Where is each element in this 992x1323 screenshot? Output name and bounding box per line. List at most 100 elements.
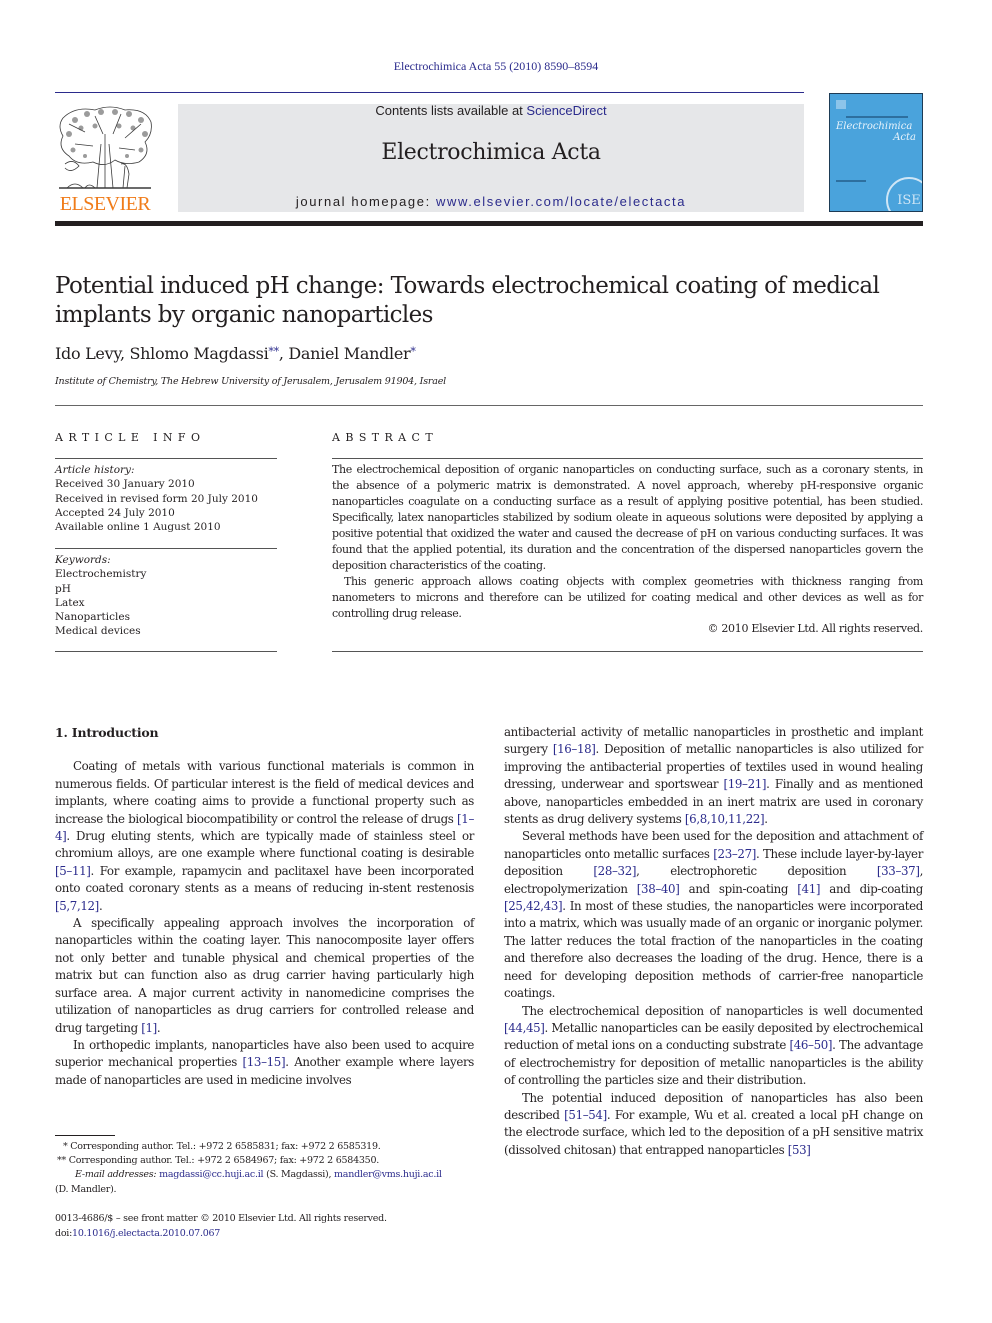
body-text: A specifically appealing approach involv… bbox=[55, 916, 474, 1035]
email-link-mandler[interactable]: mandler@vms.huji.ac.il bbox=[334, 1169, 442, 1180]
journal-homepage-link[interactable]: www.elsevier.com/locate/electacta bbox=[436, 194, 686, 209]
email-owner: (S. Magdassi), bbox=[263, 1169, 335, 1181]
abstract-bottom-rule bbox=[332, 651, 923, 652]
abstract-copyright: © 2010 Elsevier Ltd. All rights reserved… bbox=[707, 622, 923, 635]
keywords-label: Keywords: bbox=[55, 554, 111, 566]
corresponding-author-mark[interactable]: * bbox=[410, 345, 416, 358]
citation-link[interactable]: [6,8,10,11,22] bbox=[685, 812, 765, 826]
issn-line: 0013-4686/$ – see front matter © 2010 El… bbox=[55, 1213, 387, 1224]
abstract-body: The electrochemical deposition of organi… bbox=[332, 462, 923, 622]
citation-link[interactable]: [19–21] bbox=[723, 777, 766, 791]
cover-title-2: Acta bbox=[893, 132, 916, 143]
citation-link[interactable]: [25,42,43] bbox=[504, 899, 563, 913]
body-text: and spin-coating bbox=[679, 881, 798, 896]
article-history: Article history: Received 30 January 201… bbox=[55, 463, 277, 534]
history-online: Available online 1 August 2010 bbox=[55, 521, 221, 534]
body-paragraph: In orthopedic implants, nanoparticles ha… bbox=[55, 1037, 474, 1089]
email-link-magdassi[interactable]: magdassi@cc.huji.ac.il bbox=[159, 1169, 264, 1180]
journal-homepage-line: journal homepage: www.elsevier.com/locat… bbox=[178, 194, 804, 209]
abstract-rule bbox=[332, 458, 923, 459]
body-paragraph: The electrochemical deposition of nanopa… bbox=[504, 1003, 923, 1090]
body-text: The electrochemical deposition of nanopa… bbox=[522, 1003, 923, 1018]
abstract-paragraph: The electrochemical deposition of organi… bbox=[332, 463, 923, 572]
author-separator: , bbox=[119, 344, 130, 363]
citation-link[interactable]: [51–54] bbox=[564, 1108, 607, 1122]
article-history-label: Article history: bbox=[55, 464, 135, 476]
doi-line: doi:10.1016/j.electacta.2010.07.067 bbox=[55, 1227, 387, 1242]
doi-prefix: doi: bbox=[55, 1227, 73, 1239]
body-text: . In most of these studies, the nanopart… bbox=[504, 899, 923, 1001]
citation-link[interactable]: [28–32] bbox=[593, 864, 636, 878]
abstract-heading: ABSTRACT bbox=[332, 431, 439, 444]
section-heading: 1. Introduction bbox=[55, 725, 159, 740]
body-text: , electrophoretic deposition bbox=[636, 864, 877, 879]
body-column-left: 1. Introduction Coating of metals with v… bbox=[55, 724, 474, 1089]
footnote-corresponding-2: ** Corresponding author. Tel.: +972 2 65… bbox=[57, 1155, 380, 1167]
cover-title: Electrochimica bbox=[836, 121, 913, 132]
sciencedirect-link[interactable]: ScienceDirect bbox=[526, 103, 606, 118]
masthead-thick-rule bbox=[55, 221, 923, 226]
footnote-emails: E-mail addresses: magdassi@cc.huji.ac.il… bbox=[55, 1168, 485, 1182]
body-column-right: antibacterial activity of metallic nanop… bbox=[504, 724, 923, 1159]
masthead-rule bbox=[55, 92, 804, 93]
front-matter: 0013-4686/$ – see front matter © 2010 El… bbox=[55, 1212, 387, 1241]
affiliation: Institute of Chemistry, The Hebrew Unive… bbox=[55, 376, 446, 387]
article-info-rule bbox=[55, 458, 277, 459]
masthead-box: Contents lists available at ScienceDirec… bbox=[178, 104, 804, 212]
journal-name: Electrochimica Acta bbox=[381, 140, 601, 165]
article-title: Potential induced pH change: Towards ele… bbox=[55, 273, 880, 328]
citation-link[interactable]: [41] bbox=[797, 882, 820, 896]
cover-sciencedirect-mark bbox=[836, 180, 866, 182]
contents-prefix: Contents lists available at bbox=[375, 103, 527, 118]
cover-subtitle-bar bbox=[846, 116, 908, 118]
email-owner-2: (D. Mandler). bbox=[55, 1183, 117, 1195]
citation-link[interactable]: [44,45] bbox=[504, 1021, 545, 1035]
journal-cover-thumbnail[interactable]: Electrochimica Acta ISE bbox=[829, 93, 923, 212]
body-text: and dip-coating bbox=[820, 881, 923, 896]
citation-link[interactable]: [5–11] bbox=[55, 864, 91, 878]
cover-publisher-mark-icon bbox=[836, 100, 846, 109]
author-separator: , bbox=[278, 344, 289, 363]
citation-link[interactable]: [23–27] bbox=[713, 847, 756, 861]
footnotes: * Corresponding author. Tel.: +972 2 658… bbox=[55, 1140, 485, 1197]
keyword: pH bbox=[55, 582, 71, 595]
keyword: Medical devices bbox=[55, 625, 141, 638]
citation-link[interactable]: [53] bbox=[788, 1143, 811, 1157]
footnote-corresponding-1: * Corresponding author. Tel.: +972 2 658… bbox=[63, 1141, 381, 1152]
author-list: Ido Levy, Shlomo Magdassi**, Daniel Mand… bbox=[55, 344, 416, 363]
history-revised: Received in revised form 20 July 2010 bbox=[55, 492, 258, 505]
citation-link[interactable]: [13–15] bbox=[243, 1055, 286, 1069]
body-paragraph: The potential induced deposition of nano… bbox=[504, 1090, 923, 1160]
keywords: Keywords: Electrochemistry pH Latex Nano… bbox=[55, 553, 277, 639]
contents-line: Contents lists available at ScienceDirec… bbox=[178, 104, 804, 118]
body-text: . Drug eluting stents, which are typical… bbox=[55, 829, 474, 861]
abstract-paragraph: This generic approach allows coating obj… bbox=[332, 575, 923, 620]
body-paragraph: Coating of metals with various functiona… bbox=[55, 758, 474, 915]
body-text: Coating of metals with various functiona… bbox=[55, 759, 474, 826]
email-label: E-mail addresses: bbox=[75, 1169, 157, 1181]
keyword: Latex bbox=[55, 596, 85, 609]
citation-link[interactable]: [5,7,12] bbox=[55, 899, 99, 913]
author-name: Ido Levy bbox=[55, 344, 120, 363]
citation-link[interactable]: [33–37] bbox=[877, 864, 920, 878]
corresponding-author-mark[interactable]: ** bbox=[268, 345, 279, 358]
body-paragraph: antibacterial activity of metallic nanop… bbox=[504, 724, 923, 828]
citation-link[interactable]: [1] bbox=[141, 1021, 157, 1035]
history-received: Received 30 January 2010 bbox=[55, 478, 195, 491]
keyword: Electrochemistry bbox=[55, 568, 147, 581]
citation-link[interactable]: [16–18] bbox=[553, 742, 596, 756]
running-head[interactable]: Electrochimica Acta 55 (2010) 8590–8594 bbox=[0, 59, 992, 74]
homepage-prefix: journal homepage: bbox=[295, 194, 437, 209]
body-paragraph: A specifically appealing approach involv… bbox=[55, 915, 474, 1037]
keyword: Nanoparticles bbox=[55, 611, 130, 624]
body-paragraph: Several methods have been used for the d… bbox=[504, 828, 923, 1002]
publisher-name: ELSEVIER bbox=[59, 193, 151, 215]
doi-link[interactable]: 10.1016/j.electacta.2010.07.067 bbox=[72, 1228, 220, 1239]
citation-link[interactable]: [38–40] bbox=[637, 882, 680, 896]
title-rule bbox=[55, 405, 923, 406]
body-text: . bbox=[764, 812, 768, 827]
citation-link[interactable]: [46–50] bbox=[789, 1038, 832, 1052]
keywords-rule bbox=[55, 548, 277, 549]
body-text: . bbox=[156, 1020, 161, 1035]
footnote-rule bbox=[55, 1135, 115, 1136]
